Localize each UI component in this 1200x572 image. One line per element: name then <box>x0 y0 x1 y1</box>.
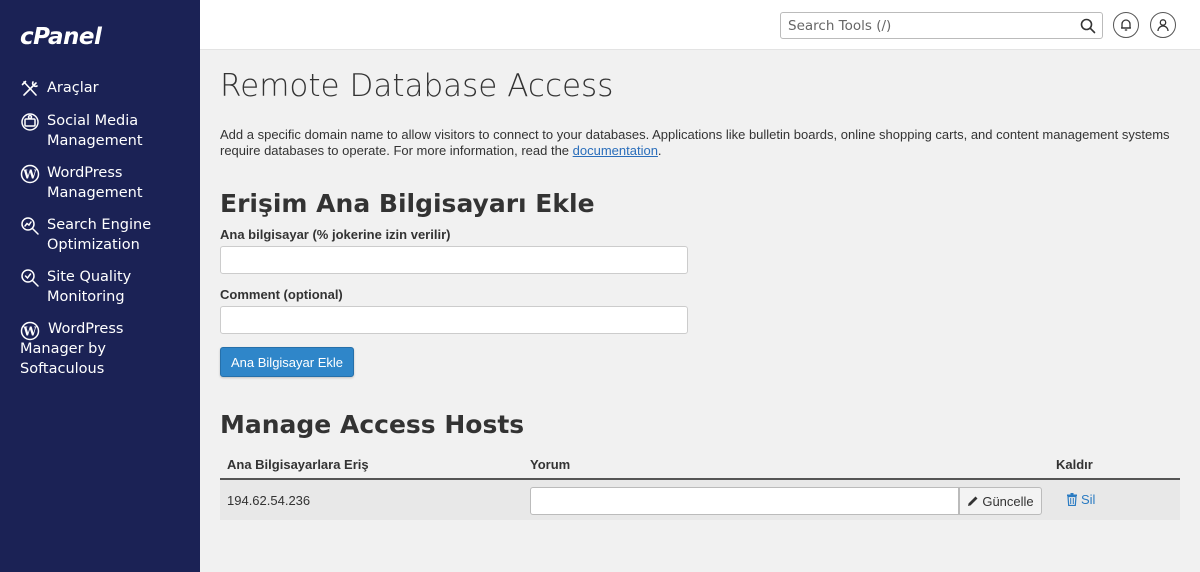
sidebar-item-seo[interactable]: Search Engine Optimization <box>0 215 200 255</box>
seo-icon <box>21 217 39 235</box>
host-input[interactable] <box>220 246 688 274</box>
svg-text:W: W <box>22 325 37 339</box>
cpanel-logo[interactable]: cPanel <box>20 24 102 50</box>
sidebar-item-label: WordPress Manager by Softaculous <box>20 321 124 377</box>
page-title: Remote Database Access <box>220 68 614 104</box>
pencil-icon <box>968 496 978 506</box>
documentation-link[interactable]: documentation <box>573 143 658 158</box>
add-host-button[interactable]: Ana Bilgisayar Ekle <box>220 347 354 377</box>
user-menu-button[interactable] <box>1150 12 1176 38</box>
host-cell: 194.62.54.236 <box>227 493 311 508</box>
notifications-button[interactable] <box>1113 12 1139 38</box>
comment-label: Comment (optional) <box>220 287 343 302</box>
table-header: Ana Bilgisayarlara Eriş Yorum Kaldır <box>220 448 1180 480</box>
sidebar-nav: Araçlar Social Media Management W WordPr… <box>0 78 200 391</box>
sidebar-item-label: Site Quality Monitoring <box>47 269 132 305</box>
sidebar-item-site-quality[interactable]: Site Quality Monitoring <box>0 267 200 307</box>
description-text: Add a specific domain name to allow visi… <box>220 127 1170 158</box>
sidebar-item-label: Araçlar <box>47 80 99 96</box>
trash-icon <box>1067 493 1077 506</box>
sidebar-item-label: Search Engine Optimization <box>47 217 152 253</box>
search-input[interactable] <box>781 13 1071 38</box>
wordpress-icon: W <box>20 164 40 184</box>
bell-icon <box>1121 19 1131 31</box>
host-label: Ana bilgisayar (% jokerine izin verilir) <box>220 227 451 242</box>
column-header-host: Ana Bilgisayarlara Eriş <box>227 457 369 472</box>
sidebar: cPanel Araçlar Social Media Management W… <box>0 0 200 572</box>
sidebar-item-wordpress-manager[interactable]: W WordPress Manager by Softaculous <box>0 319 200 379</box>
search-icon[interactable] <box>1080 18 1096 34</box>
column-header-comment: Yorum <box>530 457 571 472</box>
update-button[interactable]: Güncelle <box>959 487 1042 515</box>
access-hosts-table: Ana Bilgisayarlara Eriş Yorum Kaldır 194… <box>220 448 1180 520</box>
sidebar-item-label: WordPress Management <box>47 165 143 201</box>
site-quality-icon <box>21 269 39 287</box>
page-description: Add a specific domain name to allow visi… <box>220 127 1170 159</box>
social-media-icon <box>21 113 39 131</box>
comment-input[interactable] <box>220 306 688 334</box>
top-bar <box>200 0 1200 50</box>
user-icon <box>1157 19 1169 32</box>
add-host-heading: Erişim Ana Bilgisayarı Ekle <box>220 189 595 218</box>
manage-hosts-heading: Manage Access Hosts <box>220 410 525 439</box>
table-row: 194.62.54.236 Güncelle Sil <box>220 480 1180 520</box>
sidebar-item-label: Social Media Management <box>47 113 143 149</box>
row-comment-input[interactable] <box>530 487 959 515</box>
search-box <box>780 12 1103 39</box>
description-end: . <box>657 143 662 158</box>
delete-link[interactable]: Sil <box>1066 492 1095 507</box>
column-header-remove: Kaldır <box>1056 457 1093 472</box>
sidebar-item-social-media[interactable]: Social Media Management <box>0 111 200 151</box>
update-label: Güncelle <box>982 493 1034 509</box>
sidebar-item-araclar[interactable]: Araçlar <box>0 78 200 99</box>
wordpress-icon: W <box>20 321 40 341</box>
svg-text:W: W <box>22 168 37 182</box>
delete-label: Sil <box>1081 492 1096 507</box>
sidebar-item-wordpress-management[interactable]: W WordPress Management <box>0 163 200 203</box>
tools-icon <box>21 80 38 96</box>
